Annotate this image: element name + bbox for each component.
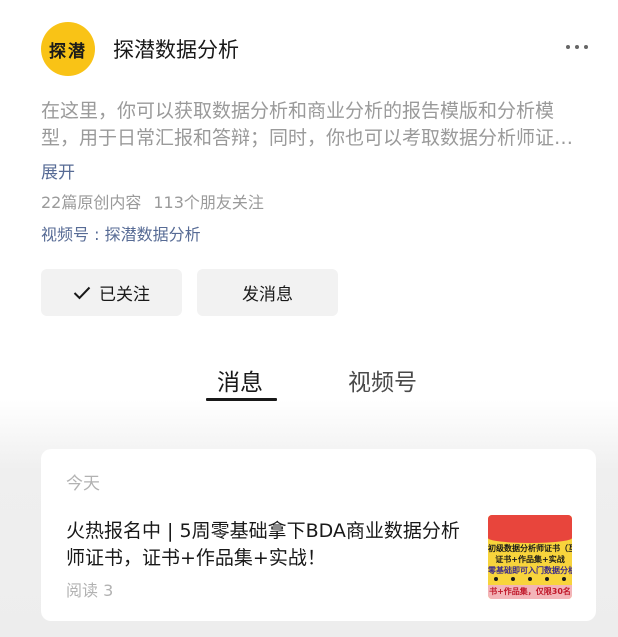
- active-tab-indicator: [206, 398, 277, 401]
- read-count: 阅读 3: [66, 581, 114, 600]
- message-label: 发消息: [242, 285, 293, 305]
- tab-messages[interactable]: 消息: [217, 363, 263, 397]
- article-thumbnail[interactable]: 初级数据分析师证书（互 证书+作品集+实战 零基础即可入门数据分析 书+作品集，…: [488, 515, 572, 599]
- tab-channels[interactable]: 视频号: [348, 363, 417, 397]
- thumbnail-line: 零基础即可入门数据分析: [488, 566, 572, 575]
- article-date: 今天: [66, 474, 100, 494]
- message-button[interactable]: 发消息: [197, 269, 338, 316]
- account-description: 在这里，你可以获取数据分析和商业分析的报告模版和分析模型，用于日常汇报和答辩；同…: [41, 100, 555, 149]
- more-dots-icon[interactable]: [566, 40, 590, 54]
- account-stats: 22篇原创内容 113个朋友关注: [41, 189, 264, 213]
- thumbnail-wave: [488, 533, 572, 543]
- avatar[interactable]: 探潜: [41, 22, 95, 76]
- thumbnail-line: 初级数据分析师证书（互: [488, 544, 572, 553]
- friends-follow-count[interactable]: 113个朋友关注: [153, 193, 264, 212]
- channel-link[interactable]: 视频号 : 探潜数据分析: [41, 221, 201, 245]
- account-name: 探潜数据分析: [113, 38, 239, 62]
- follow-label: 已关注: [99, 285, 150, 305]
- thumbnail-line: 书+作品集，仅限30名: [489, 587, 571, 596]
- thumbnail-line: 证书+作品集+实战: [495, 555, 565, 564]
- follow-button[interactable]: 已关注: [41, 269, 182, 316]
- expand-link[interactable]: 展开: [41, 158, 75, 183]
- article-card[interactable]: 今天 火热报名中 | 5周零基础拿下BDA商业数据分析师证书，证书+作品集+实战…: [41, 449, 596, 621]
- check-icon: [73, 286, 91, 299]
- thumbnail-dots: [494, 577, 566, 581]
- original-count: 22篇原创内容: [41, 193, 142, 212]
- article-title[interactable]: 火热报名中 | 5周零基础拿下BDA商业数据分析师证书，证书+作品集+实战！: [66, 518, 466, 572]
